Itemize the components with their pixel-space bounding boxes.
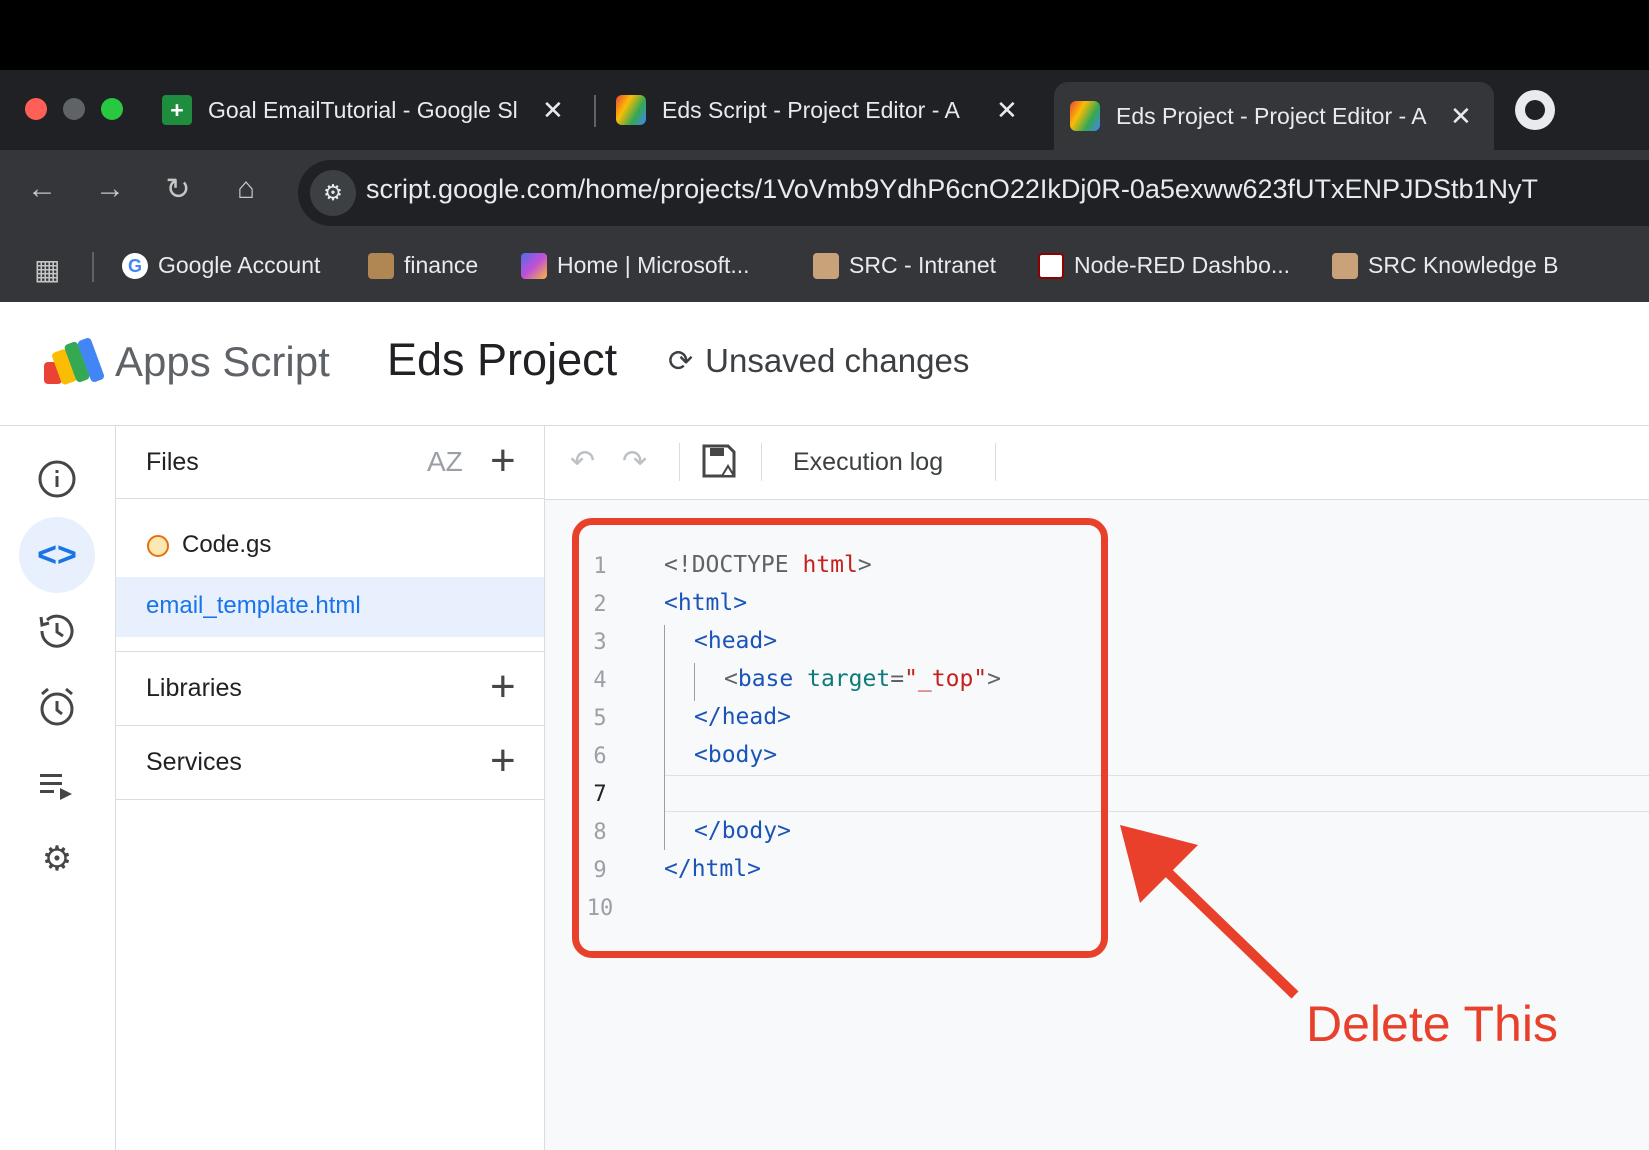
tab-title: Eds Script - Project Editor - A	[662, 96, 960, 123]
browser-tab[interactable]: + Goal EmailTutorial - Google Sl ✕	[162, 82, 582, 138]
editor-code-icon[interactable]: <>	[30, 528, 84, 582]
unsaved-dot-icon	[147, 535, 169, 557]
triggers-alarm-icon[interactable]	[30, 680, 84, 734]
sync-icon: ⟳	[668, 344, 694, 378]
os-title-bar	[0, 0, 1649, 70]
toolbar-divider	[995, 443, 996, 481]
add-file-plus-icon[interactable]: +	[490, 436, 516, 486]
site-settings-icon[interactable]: ⚙	[310, 170, 356, 216]
toolbar-divider	[761, 443, 762, 481]
executions-icon[interactable]	[30, 758, 84, 812]
tab-title: Goal EmailTutorial - Google Sl	[208, 96, 518, 123]
apps-grid-icon[interactable]: ▦	[34, 253, 60, 286]
libraries-header: Libraries	[146, 674, 242, 702]
app-name[interactable]: Apps Script	[115, 338, 330, 386]
apps-script-logo-icon[interactable]	[40, 336, 104, 388]
bookmark-label: finance	[404, 252, 479, 278]
tab-divider	[594, 95, 596, 127]
forward-icon[interactable]: →	[90, 172, 130, 206]
apps-script-icon	[1070, 101, 1100, 131]
bookmark-divider	[92, 252, 94, 282]
save-status: ⟳ Unsaved changes	[668, 342, 969, 380]
home-icon[interactable]: ⌂	[226, 172, 266, 206]
close-icon[interactable]: ✕	[1450, 101, 1472, 132]
browser-tab[interactable]: Eds Script - Project Editor - A ✕	[616, 82, 1036, 138]
close-icon[interactable]: ✕	[542, 95, 564, 126]
close-icon[interactable]: ✕	[996, 95, 1018, 126]
sheets-icon: +	[162, 95, 192, 125]
bookmark-src-intranet[interactable]: SRC - Intranet	[813, 252, 996, 279]
divider	[116, 498, 544, 499]
window-maximize-button[interactable]	[101, 98, 123, 120]
annotation-label: Delete This	[1306, 996, 1558, 1052]
files-header: Files	[146, 448, 199, 476]
apps-script-icon	[616, 95, 646, 125]
files-panel	[116, 426, 545, 1150]
history-icon[interactable]	[30, 604, 84, 658]
settings-gear-icon[interactable]: ⚙	[30, 832, 84, 886]
package-icon	[368, 252, 394, 279]
browser-tab-active[interactable]: Eds Project - Project Editor - A ✕	[1054, 82, 1494, 150]
bookmark-label: Home | Microsoft...	[557, 252, 750, 278]
divider	[116, 725, 544, 726]
annotation-arrow-icon	[1120, 825, 1299, 999]
overview-info-icon[interactable]	[30, 452, 84, 506]
bookmark-label: Google Account	[158, 252, 321, 278]
knowledge-icon	[1332, 252, 1358, 279]
bookmark-label: SRC - Intranet	[849, 252, 996, 278]
tab-title: Eds Project - Project Editor - A	[1116, 102, 1427, 129]
save-status-text: Unsaved changes	[705, 342, 970, 379]
bookmark-finance[interactable]: finance	[368, 252, 478, 279]
github-icon[interactable]	[1515, 90, 1555, 130]
bookmark-microsoft[interactable]: Home | Microsoft...	[521, 252, 750, 279]
divider	[116, 799, 544, 800]
bookmark-label: SRC Knowledge B	[1368, 252, 1559, 278]
back-icon[interactable]: ←	[22, 172, 62, 206]
divider	[116, 651, 544, 652]
execution-log-button[interactable]: Execution log	[793, 448, 943, 477]
node-red-icon	[1038, 252, 1064, 279]
window-minimize-button[interactable]	[63, 98, 85, 120]
add-library-plus-icon[interactable]: +	[490, 662, 516, 712]
copilot-icon	[521, 252, 547, 279]
project-title[interactable]: Eds Project	[387, 334, 617, 386]
window-close-button[interactable]	[25, 98, 47, 120]
file-item-code-gs[interactable]: Code.gs	[182, 531, 271, 559]
bookmark-src-knowledge[interactable]: SRC Knowledge B	[1332, 252, 1559, 279]
file-item-email-template[interactable]: email_template.html	[146, 592, 361, 620]
bookmark-google-account[interactable]: G Google Account	[122, 252, 320, 279]
reload-icon[interactable]: ↻	[158, 172, 198, 207]
services-header: Services	[146, 748, 242, 776]
undo-icon[interactable]: ↶	[570, 444, 595, 479]
google-icon: G	[122, 252, 148, 279]
add-service-plus-icon[interactable]: +	[490, 736, 516, 786]
redo-icon[interactable]: ↷	[622, 444, 647, 479]
annotation-highlight-box	[572, 518, 1108, 958]
url-text[interactable]: script.google.com/home/projects/1VoVmb9Y…	[366, 174, 1538, 205]
toolbar-divider	[679, 443, 680, 481]
intranet-icon	[813, 252, 839, 279]
sort-az-icon[interactable]: AZ	[427, 446, 463, 478]
bookmark-node-red[interactable]: Node-RED Dashbo...	[1038, 252, 1290, 279]
save-to-drive-icon[interactable]	[700, 442, 738, 480]
bookmark-label: Node-RED Dashbo...	[1074, 252, 1291, 278]
